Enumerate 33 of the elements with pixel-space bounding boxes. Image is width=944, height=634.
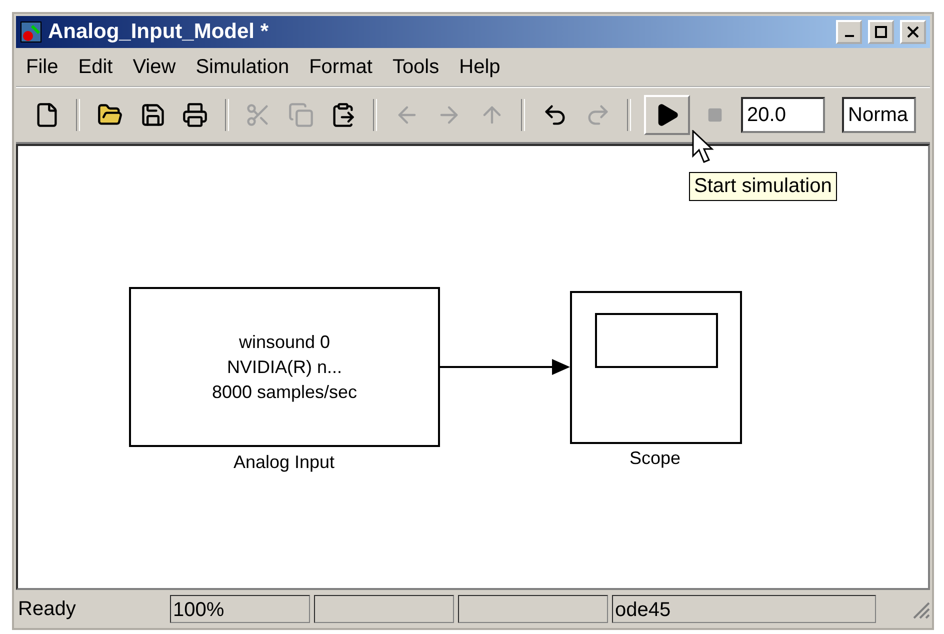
zoom-level: 100% xyxy=(170,595,310,623)
block-label: Scope xyxy=(629,448,681,469)
solver-name: ode45 xyxy=(612,595,876,623)
mode-field[interactable]: Norma xyxy=(842,97,916,133)
block-text: 8000 samples/sec xyxy=(212,380,358,404)
maximize-icon xyxy=(875,26,887,38)
toolbar-button[interactable] xyxy=(644,95,690,135)
menu-item[interactable]: Simulation xyxy=(186,56,300,78)
close-button[interactable] xyxy=(900,20,926,44)
menu-item[interactable]: View xyxy=(122,56,186,78)
minimize-icon xyxy=(844,35,854,37)
menu-item[interactable]: Edit xyxy=(68,56,123,78)
block-text: NVIDIA(R) n... xyxy=(226,356,342,379)
tooltip: Start simulation xyxy=(689,172,837,201)
status-message: Ready xyxy=(17,597,77,622)
analog-input-block[interactable]: winsound 0 NVIDIA(R) n... 8000 samples/sec xyxy=(129,287,440,447)
block-text: winsound 0 xyxy=(238,330,330,354)
block-label: Analog Input xyxy=(233,452,335,473)
save-icon xyxy=(140,102,166,128)
maximize-button[interactable] xyxy=(868,20,894,44)
stop-time-field[interactable]: 20.0 xyxy=(741,97,826,133)
window-title: Analog_Input_Model * xyxy=(48,20,270,44)
model-icon xyxy=(20,21,42,43)
scope-block[interactable] xyxy=(570,291,742,444)
menu-item[interactable]: Help xyxy=(449,56,510,78)
menu-item[interactable]: File xyxy=(16,56,68,78)
menu-item[interactable]: Tools xyxy=(382,56,450,78)
minimize-button[interactable] xyxy=(836,20,862,44)
copy-icon xyxy=(288,102,314,128)
menu-item[interactable]: Format xyxy=(299,56,382,78)
stop-icon xyxy=(707,107,724,123)
printer-icon xyxy=(182,102,208,128)
close-icon xyxy=(907,26,919,38)
